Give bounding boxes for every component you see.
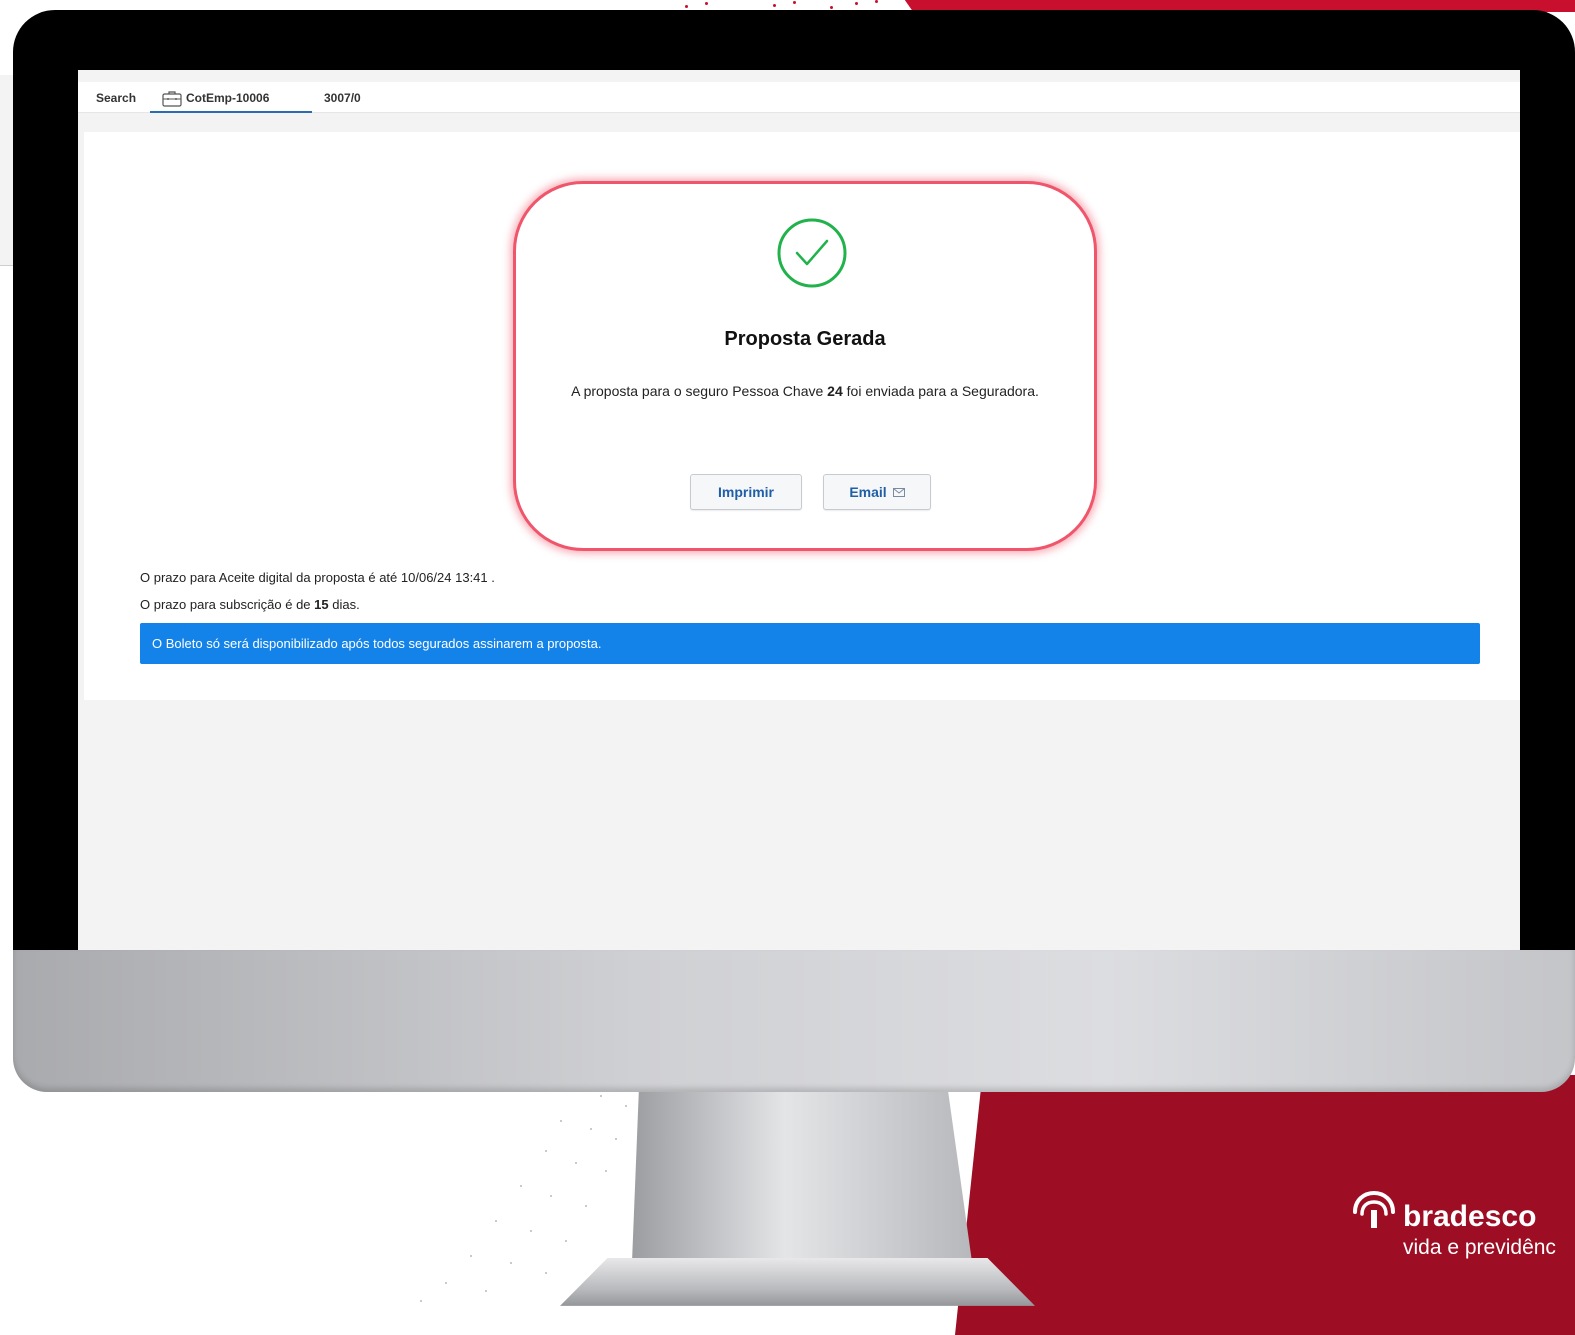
message-start: A proposta para o seguro Pessoa Chave xyxy=(571,383,828,399)
check-circle-icon xyxy=(777,218,847,288)
subscription-text-end: dias. xyxy=(328,597,360,612)
print-button[interactable]: Imprimir xyxy=(690,474,802,510)
acceptance-deadline: O prazo para Aceite digital da proposta … xyxy=(140,570,495,585)
monitor-stand xyxy=(632,1092,972,1262)
card-message: A proposta para o seguro Pessoa Chave 24… xyxy=(516,383,1094,399)
brand-tagline: vida e previdênc xyxy=(1403,1236,1556,1259)
search-link[interactable]: Search xyxy=(96,91,136,105)
alert-text: O Boleto só será disponibilizado após to… xyxy=(152,636,602,651)
proposal-result-card: Proposta Gerada A proposta para o seguro… xyxy=(513,181,1097,551)
briefcase-icon xyxy=(162,90,182,107)
top-bar: Search CotEmp-10006 3007/0 xyxy=(78,82,1520,113)
app-screen: Search CotEmp-10006 3007/0 Proposta Gera… xyxy=(78,70,1520,950)
subscription-deadline: O prazo para subscrição é de 15 dias. xyxy=(140,597,360,612)
tab-cotemp[interactable]: CotEmp-10006 xyxy=(150,85,312,113)
boleto-info-alert: O Boleto só será disponibilizado após to… xyxy=(140,623,1480,664)
record-id: 3007/0 xyxy=(324,91,361,105)
email-button[interactable]: Email xyxy=(823,474,931,510)
email-button-label: Email xyxy=(849,484,887,500)
main-content: Proposta Gerada A proposta para o seguro… xyxy=(84,132,1520,700)
print-button-label: Imprimir xyxy=(717,484,774,500)
subscription-days: 15 xyxy=(314,597,329,612)
message-number: 24 xyxy=(827,383,843,399)
bradesco-logo: bradesco vida e previdênc xyxy=(1352,1188,1575,1268)
bradesco-tree-logo xyxy=(1353,1190,1395,1228)
brand-name: bradesco xyxy=(1403,1200,1537,1233)
message-end: foi enviada para a Seguradora. xyxy=(842,383,1039,399)
monitor-chin xyxy=(13,950,1575,1092)
monitor-stand-base xyxy=(560,1258,1035,1306)
card-title: Proposta Gerada xyxy=(724,328,886,350)
tab-label: CotEmp-10006 xyxy=(186,91,270,105)
subscription-text-start: O prazo para subscrição é de xyxy=(140,597,315,612)
envelope-icon xyxy=(892,487,905,497)
